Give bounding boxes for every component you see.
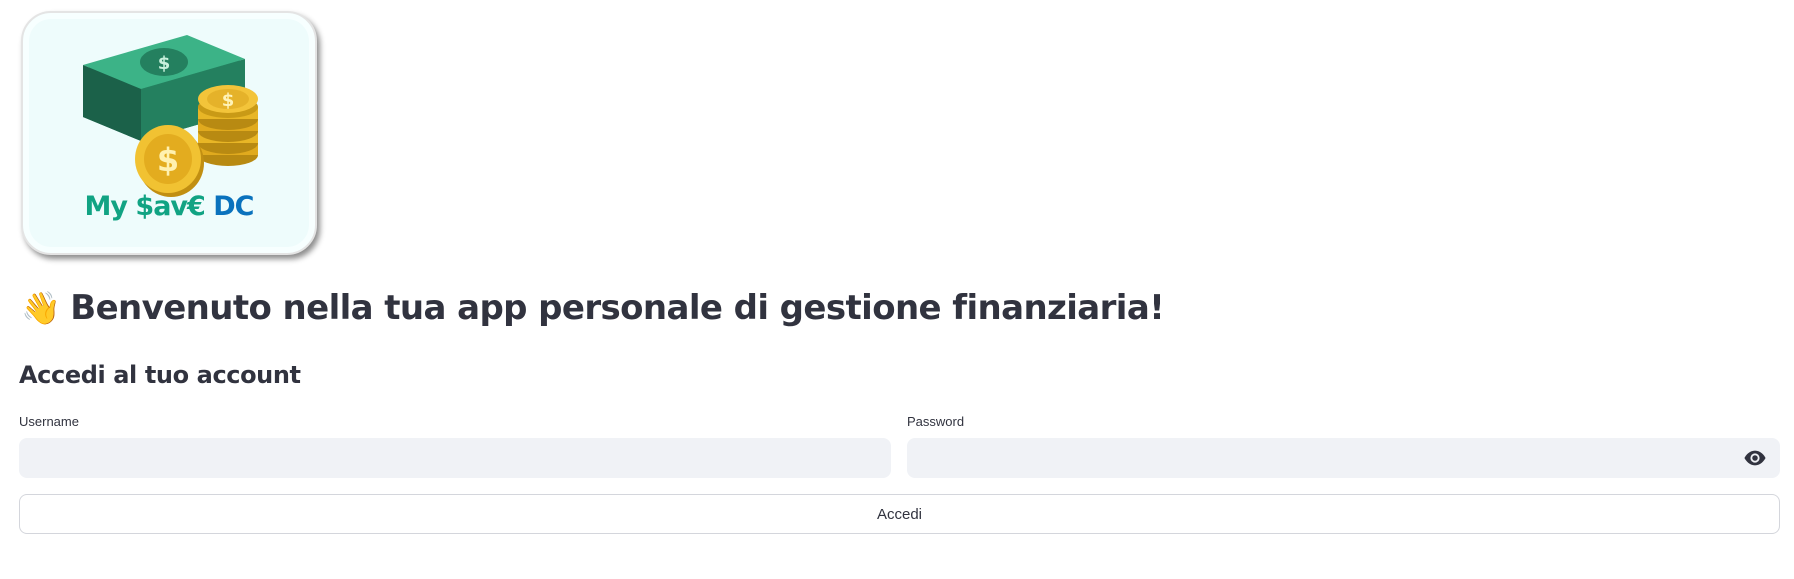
username-input[interactable] xyxy=(19,438,891,478)
waving-hand-icon: 👋 xyxy=(21,289,61,327)
login-title: Accedi al tuo account xyxy=(19,361,301,389)
welcome-heading-text: Benvenuto nella tua app personale di ges… xyxy=(70,288,1165,328)
login-page: $ $ $ My $av€ DC 👋 Benvenuto nella tua a… xyxy=(0,0,1794,579)
logo-wordmark: My $av€ DC xyxy=(23,191,315,222)
password-label: Password xyxy=(907,414,965,429)
app-logo: $ $ $ My $av€ DC xyxy=(21,11,317,255)
eye-icon[interactable] xyxy=(1744,449,1766,467)
username-field-wrapper xyxy=(19,438,891,478)
logo-wordmark-part2: DC xyxy=(213,191,254,222)
username-label: Username xyxy=(19,414,79,429)
login-button[interactable]: Accedi xyxy=(19,494,1780,534)
password-input[interactable] xyxy=(907,438,1780,478)
logo-wordmark-part1: My $av€ xyxy=(84,191,206,222)
svg-text:$: $ xyxy=(158,53,171,74)
welcome-heading: 👋 Benvenuto nella tua app personale di ge… xyxy=(21,288,1165,328)
svg-text:$: $ xyxy=(222,90,235,111)
password-field-wrapper xyxy=(907,438,1780,478)
svg-text:$: $ xyxy=(157,141,179,179)
